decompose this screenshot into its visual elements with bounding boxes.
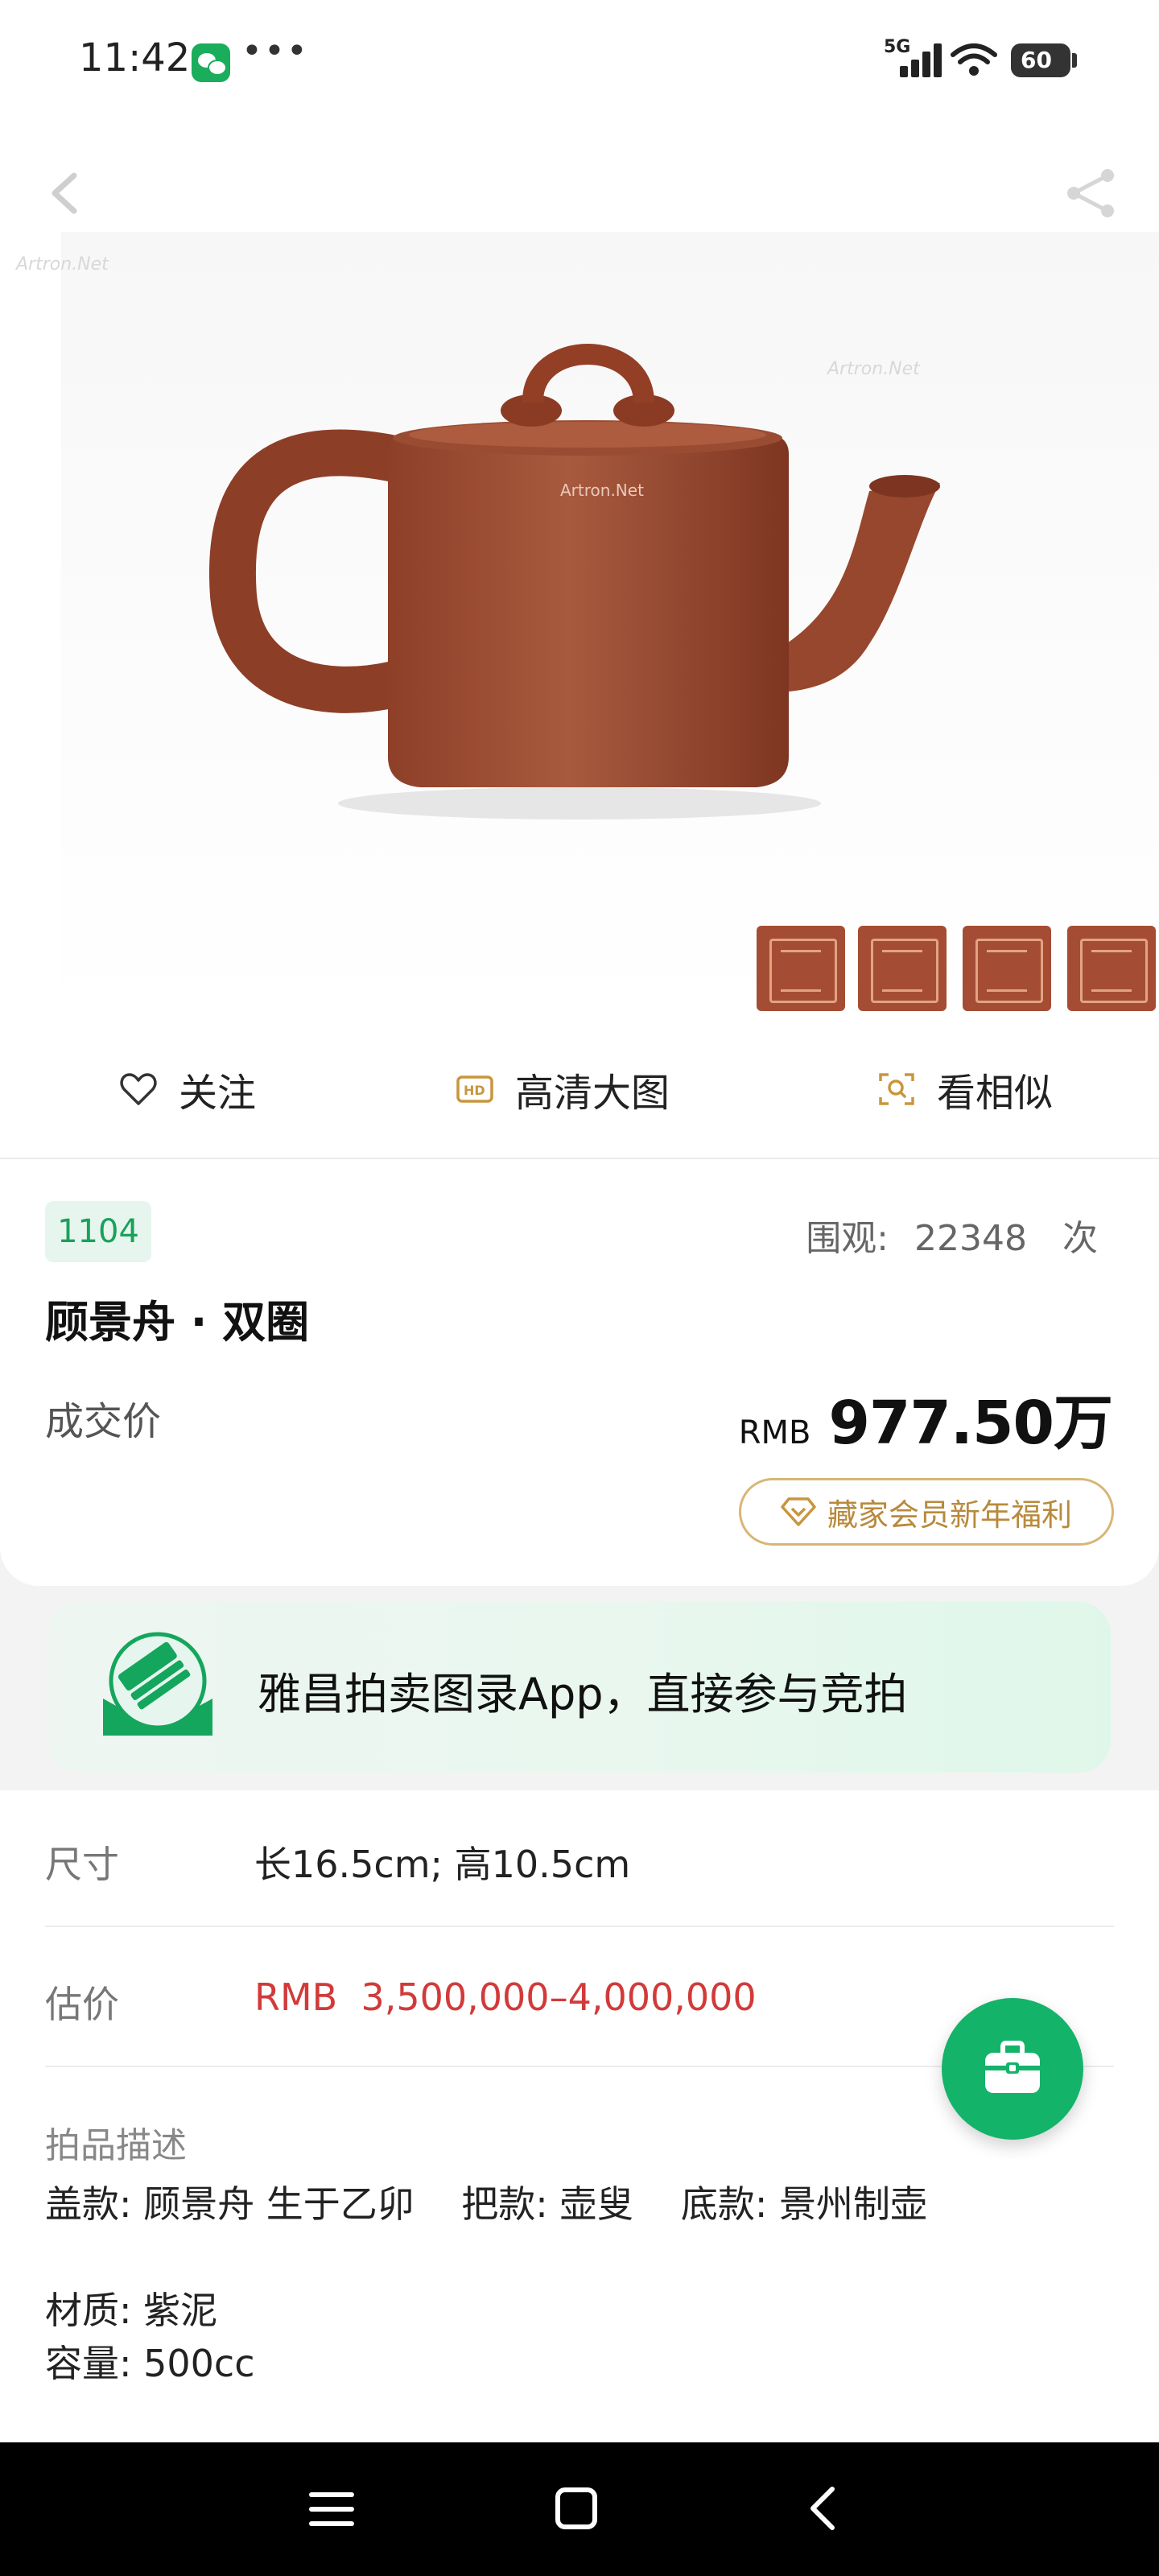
seal-thumbnail[interactable] [963, 926, 1051, 1011]
hd-icon: HD [456, 1075, 493, 1103]
size-row: 尺寸 长16.5cm; 高10.5cm [45, 1790, 1114, 1927]
lot-image[interactable]: Artron.Net Artron.Net Artron.Net [0, 121, 1159, 1022]
view-count: 围观: 22348 次 [806, 1209, 1098, 1261]
price-currency: RMB [738, 1414, 811, 1451]
toolbox-fab[interactable] [942, 1998, 1083, 2140]
follow-button[interactable]: 关注 [119, 1061, 256, 1117]
view-count-unit: 次 [1062, 1218, 1098, 1259]
teapot-image: Artron.Net [209, 344, 940, 819]
svg-text:HD: HD [464, 1083, 485, 1098]
find-similar-label: 看相似 [937, 1071, 1054, 1116]
lot-number-badge: 1104 [45, 1201, 151, 1262]
description-capacity: 容量: 500cc [45, 2342, 255, 2385]
seal-thumbnails[interactable] [757, 926, 1159, 1022]
diamond-icon [781, 1497, 816, 1526]
more-dots-icon: ••• [241, 31, 309, 72]
lot-title: 顾景舟 · 双圈 [45, 1297, 310, 1348]
status-time: 11:42 [79, 35, 191, 80]
wechat-icon [192, 43, 230, 82]
heart-icon [120, 1073, 157, 1105]
watermark: Artron.Net [16, 254, 109, 275]
hd-image-label: 高清大图 [515, 1071, 670, 1116]
description-marks: 盖款: 顾景舟 生于乙卯 把款: 壶叟 底款: 景州制壶 [45, 2182, 927, 2226]
size-value: 长16.5cm; 高10.5cm [254, 1843, 631, 1886]
description-title: 拍品描述 [45, 2125, 187, 2166]
size-label: 尺寸 [45, 1843, 119, 1886]
system-nav-bar [0, 2442, 1159, 2576]
share-icon[interactable] [1062, 167, 1120, 219]
view-count-label: 围观: [806, 1218, 889, 1259]
view-count-value: 22348 [914, 1218, 1027, 1259]
find-similar-button[interactable]: 看相似 [877, 1061, 1053, 1117]
estimate-label: 估价 [45, 1983, 119, 2026]
price-value: 977.50万 [828, 1389, 1113, 1458]
description-material: 材质: 紫泥 [45, 2289, 218, 2332]
member-benefit-button[interactable]: 藏家会员新年福利 [739, 1478, 1114, 1546]
back-icon[interactable] [42, 169, 90, 217]
seal-thumbnail[interactable] [858, 926, 947, 1011]
deal-price-label: 成交价 [45, 1399, 162, 1444]
home-button[interactable] [555, 2487, 597, 2529]
deal-price: RMB 977.50万 [738, 1375, 1113, 1461]
battery-icon: 60 [1011, 43, 1077, 77]
recent-apps-button[interactable] [309, 2489, 354, 2529]
action-bar: 关注 HD 高清大图 看相似 [0, 1022, 1159, 1159]
seal-thumbnail[interactable] [1067, 926, 1156, 1011]
signal-icon [895, 42, 942, 77]
app-promo-banner[interactable]: 雅昌拍卖图录App，直接参与竞拍 [48, 1602, 1111, 1773]
promo-text: 雅昌拍卖图录App，直接参与竞拍 [258, 1669, 908, 1719]
hd-image-button[interactable]: HD 高清大图 [456, 1061, 670, 1117]
yachang-logo [103, 1632, 212, 1736]
nav-back-icon[interactable] [800, 2484, 848, 2533]
lot-info-card: 1104 围观: 22348 次 顾景舟 · 双圈 成交价 RMB 977.50… [0, 1159, 1159, 1586]
status-bar: 11:42 ••• 5G 60 [0, 0, 1159, 121]
member-benefit-label: 藏家会员新年福利 [827, 1496, 1072, 1533]
follow-label: 关注 [179, 1071, 257, 1116]
seal-thumbnail[interactable] [757, 926, 845, 1011]
briefcase-icon [985, 2041, 1040, 2093]
scan-search-icon [879, 1073, 914, 1105]
estimate-value: RMB 3,500,000–4,000,000 [254, 1975, 757, 2019]
svg-text:Artron.Net: Artron.Net [560, 481, 644, 500]
wifi-icon [951, 43, 997, 76]
